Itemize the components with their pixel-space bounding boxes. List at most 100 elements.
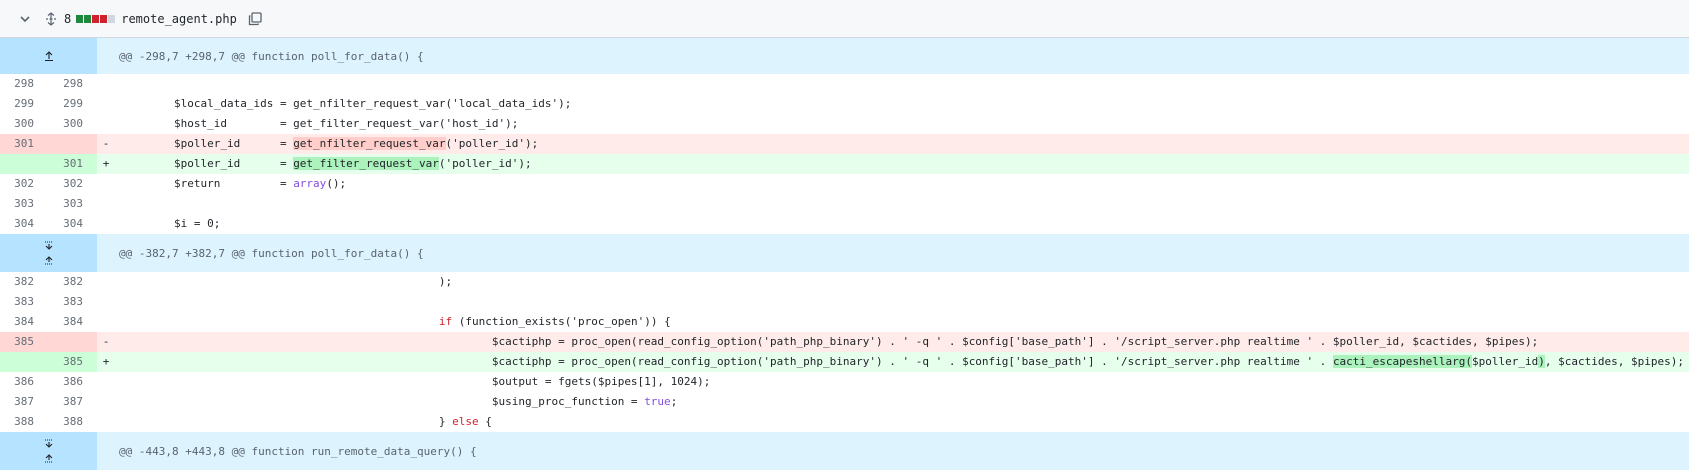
new-line-number: 300: [63, 117, 83, 130]
expand-up-icon: [44, 256, 53, 265]
code-segment: $output = fgets($pipes[1], 1024);: [121, 375, 711, 388]
diff-sign: [97, 94, 115, 114]
code-text: $using_proc_function = true;: [115, 392, 1689, 412]
diffstat-box: [76, 14, 84, 23]
code-text: } else {: [115, 412, 1689, 432]
code-segment: $local_data_ids = get_nfilter_request_va…: [121, 97, 572, 110]
diff-sign: +: [102, 157, 110, 170]
highlighted-change: cacti_escapeshellarg(: [1332, 355, 1473, 368]
old-line-number: 385: [0, 332, 48, 352]
highlighted-change: get_nfilter_request_var: [293, 137, 446, 150]
diff-sign: +: [102, 355, 110, 368]
code-segment: );: [121, 275, 453, 288]
code-function: array: [293, 177, 327, 190]
diff-line: 382 382 );: [0, 272, 1689, 292]
code-text: $output = fgets($pipes[1], 1024);: [115, 372, 1689, 392]
change-count: 8: [64, 11, 72, 26]
new-line-number: 302: [63, 177, 83, 190]
code-segment: $poller_id: [1472, 355, 1539, 368]
old-line-number: 383: [14, 295, 34, 308]
expand-lines-button[interactable]: [0, 38, 97, 74]
expand-up-icon: [44, 51, 53, 62]
diffstat-box: [100, 14, 108, 23]
diff-line: 385 + $cactiphp = proc_open(read_config_o…: [0, 352, 1689, 372]
diff-line: 301 - $poller_id = get_nfilter_request_va…: [0, 134, 1689, 154]
old-line-number: 301: [0, 134, 48, 154]
diff-sign: [97, 412, 115, 432]
expand-lines-button[interactable]: [0, 234, 97, 272]
diffstat-box: [84, 14, 92, 23]
code-text: $cactiphp = proc_open(read_config_option…: [115, 352, 1689, 372]
hunk-header-text: @@ -443,8 +443,8 @@ function run_remote_…: [119, 444, 477, 458]
old-line-number: 299: [14, 97, 34, 110]
code-text: $host_id = get_filter_request_var('host_…: [115, 114, 1689, 134]
diff-line: 304 304 $i = 0;: [0, 214, 1689, 234]
code-text: $cactiphp = proc_open(read_config_option…: [115, 332, 1689, 352]
code-segment: $cactiphp = proc_open(read_config_option…: [121, 355, 1333, 368]
file-name[interactable]: remote_agent.php: [121, 12, 237, 26]
diff-sign: [97, 194, 115, 214]
code-segment: ('poller_id');: [438, 157, 532, 170]
new-line-number: 303: [63, 197, 83, 210]
new-line-number: 385: [48, 352, 97, 372]
diff-line: 383 383: [0, 292, 1689, 312]
hunk-header-text: @@ -382,7 +382,7 @@ function poll_for_da…: [119, 246, 424, 260]
new-line-number: 388: [63, 415, 83, 428]
code-segment: {: [478, 415, 492, 428]
old-line-number: 302: [14, 177, 34, 190]
diff-sign: [97, 174, 115, 194]
diff-sign: [97, 372, 115, 392]
new-line-number: 384: [63, 315, 83, 328]
old-line-number: 386: [14, 375, 34, 388]
code-segment: $poller_id =: [121, 137, 294, 150]
diffstat-box: [108, 14, 116, 23]
code-segment: $host_id = get_filter_request_var('host_…: [121, 117, 519, 130]
diff-line: 387 387 $using_proc_function = true;: [0, 392, 1689, 412]
code-text: );: [115, 272, 1689, 292]
diff-sign: -: [102, 137, 110, 150]
old-line-number: 387: [14, 395, 34, 408]
new-line-number: 383: [63, 295, 83, 308]
code-keyword: if: [438, 315, 453, 328]
code-segment: $i = 0;: [121, 217, 221, 230]
diff-line: 303 303: [0, 194, 1689, 214]
new-line-number: 304: [63, 217, 83, 230]
diff-line: 300 300 $host_id = get_filter_request_var…: [0, 114, 1689, 134]
old-line-number: 388: [14, 415, 34, 428]
hunk-header-text: @@ -298,7 +298,7 @@ function poll_for_da…: [119, 49, 424, 63]
diff-sign: [97, 272, 115, 292]
chevron-down-icon[interactable]: [18, 12, 32, 26]
diff-sign: [97, 114, 115, 134]
diff-line: 298 298: [0, 74, 1689, 94]
code-segment: , $cactides, $pipes);: [1544, 355, 1684, 368]
diff-sign: [97, 74, 115, 94]
old-line-number: 382: [14, 275, 34, 288]
expand-lines-button[interactable]: [0, 432, 97, 470]
new-line-number: 387: [63, 395, 83, 408]
expand-down-icon: [44, 241, 53, 250]
code-segment: $poller_id =: [121, 157, 294, 170]
code-segment: }: [121, 415, 453, 428]
expand-all-icon[interactable]: [44, 11, 58, 26]
code-constant: true: [644, 395, 671, 408]
old-line-number: 304: [14, 217, 34, 230]
hunk-header: @@ -298,7 +298,7 @@ function poll_for_da…: [0, 38, 1689, 74]
code-segment: ;: [670, 395, 678, 408]
diff-sign: [97, 392, 115, 412]
old-line-number: [0, 154, 48, 174]
old-line-number: 384: [14, 315, 34, 328]
hunk-header: @@ -443,8 +443,8 @@ function run_remote_…: [0, 432, 1689, 470]
hunk-header: @@ -382,7 +382,7 @@ function poll_for_da…: [0, 234, 1689, 272]
copy-icon[interactable]: [247, 11, 263, 27]
diffstat: [76, 14, 116, 23]
code-segment: (function_exists('proc_open')) {: [452, 315, 671, 328]
code-segment: ('poller_id');: [445, 137, 539, 150]
diff-line: 302 302 $return = array();: [0, 174, 1689, 194]
code-segment: $return =: [121, 177, 294, 190]
diff-sign: -: [102, 335, 110, 348]
diff-sign: [97, 312, 115, 332]
